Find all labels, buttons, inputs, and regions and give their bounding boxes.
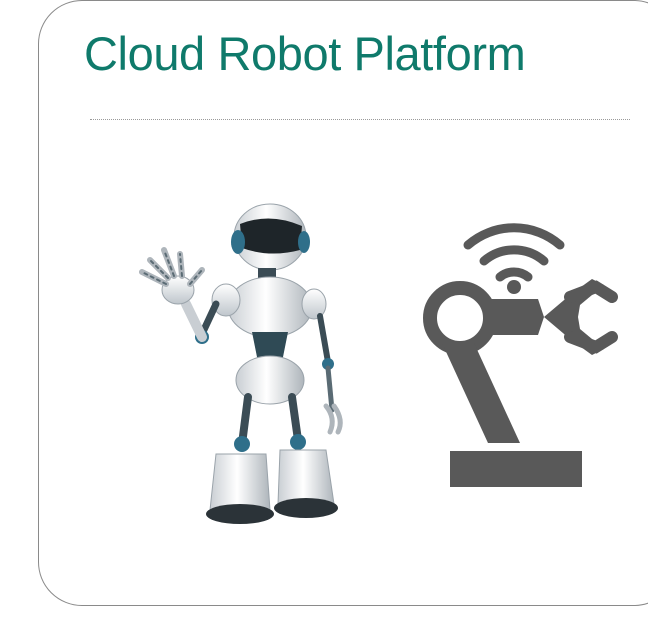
slide-canvas: Cloud Robot Platform bbox=[0, 0, 648, 617]
humanoid-robot-image bbox=[139, 203, 343, 524]
title-divider bbox=[90, 119, 630, 120]
slide-title: Cloud Robot Platform bbox=[84, 27, 526, 80]
robot-arm-icon bbox=[423, 223, 618, 487]
